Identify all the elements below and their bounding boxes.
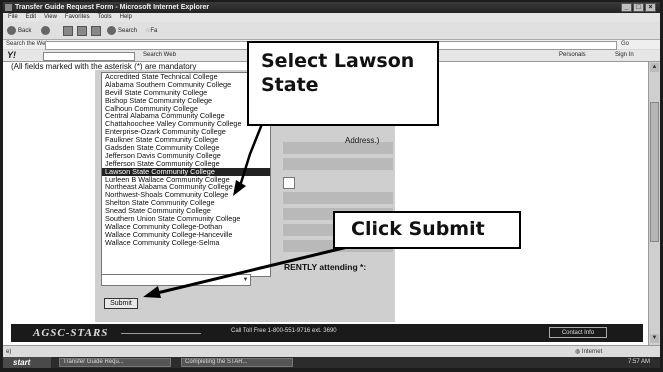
attending-label: RENTLY attending *:	[284, 262, 366, 272]
scroll-thumb[interactable]	[650, 102, 659, 242]
contact-info-button[interactable]: Contact Info	[549, 327, 607, 338]
select-lawson-callout: Select Lawson State	[247, 41, 439, 126]
ie-icon	[5, 4, 12, 11]
go-button[interactable]: Go	[621, 40, 629, 49]
back-arrow-icon	[7, 26, 16, 35]
yahoo-search-input[interactable]	[43, 52, 135, 61]
stop-icon	[63, 26, 73, 36]
form-field-bg	[283, 158, 393, 170]
title-bar: Transfer Guide Request Form - Microsoft …	[3, 2, 660, 13]
footer-divider	[121, 333, 201, 334]
attending-label-text: RENTLY attending *:	[284, 262, 367, 272]
college-listbox[interactable]: Accredited State Technical College Alabam…	[101, 72, 271, 277]
menu-bar: File Edit View Favorites Tools Help	[3, 13, 660, 22]
college-select[interactable]: ▼	[101, 274, 251, 286]
forward-button[interactable]	[41, 26, 52, 36]
taskbar: start Transfer Guide Requ... Completing …	[3, 357, 660, 368]
home-icon	[91, 26, 101, 36]
start-button[interactable]: start	[3, 357, 51, 368]
vertical-scrollbar[interactable]: ▲ ▼	[648, 62, 660, 345]
college-option[interactable]: Wallace Community College-Selma	[102, 238, 270, 247]
scroll-down-icon[interactable]: ▼	[650, 334, 659, 343]
favorites-label: Fa	[150, 28, 158, 34]
refresh-button[interactable]	[77, 26, 87, 36]
close-button[interactable]: ×	[645, 3, 656, 12]
menu-item[interactable]: Tools	[98, 14, 112, 20]
toll-free-text: Call Toll Free 1-800-551-9716 ext. 3690	[231, 328, 337, 334]
maximize-button[interactable]: □	[633, 3, 644, 12]
window-title: Transfer Guide Request Form - Microsoft …	[15, 4, 210, 11]
search-button[interactable]: Search	[107, 26, 137, 36]
stop-button[interactable]	[63, 26, 73, 36]
menu-item[interactable]: Favorites	[65, 14, 90, 20]
scroll-up-icon[interactable]: ▲	[650, 63, 659, 72]
menu-item[interactable]: File	[8, 14, 18, 20]
menu-item[interactable]: View	[44, 14, 57, 20]
internet-zone-label: Internet	[581, 349, 603, 355]
sign-in-button[interactable]: Sign In	[615, 50, 634, 61]
personals-button[interactable]: Personals	[559, 50, 586, 61]
back-label: Back	[18, 28, 32, 35]
favorites-button[interactable]: ☆Fa	[145, 26, 157, 36]
click-submit-callout: Click Submit	[333, 211, 521, 249]
clock: 7:57 AM	[628, 359, 651, 365]
menu-item[interactable]: Edit	[26, 14, 36, 20]
globe-icon: ◍	[575, 349, 581, 355]
footer-bar: AGSC-STARS Call Toll Free 1-800-551-9716…	[11, 324, 643, 342]
search-label: Search	[118, 28, 138, 35]
browser-toolbar: Back Search ☆Fa	[3, 22, 660, 40]
minimize-button[interactable]: _	[621, 3, 632, 12]
agsc-stars-logo: AGSC-STARS	[33, 327, 109, 339]
home-button[interactable]	[91, 26, 101, 36]
taskbar-item[interactable]: Completing the STAR...	[181, 358, 293, 367]
form-field-bg	[283, 192, 393, 204]
menu-item[interactable]: Help	[120, 14, 132, 20]
taskbar-item[interactable]: Transfer Guide Requ...	[59, 358, 171, 367]
address-label: Address.)	[345, 136, 380, 145]
forward-arrow-icon	[41, 26, 50, 35]
back-button[interactable]: Back	[7, 26, 31, 36]
address-label: Search the Web	[6, 41, 49, 47]
form-checkbox[interactable]	[283, 177, 295, 189]
chevron-down-icon: ▼	[242, 277, 249, 283]
yahoo-logo: Y!	[7, 50, 16, 60]
submit-button[interactable]: Submit	[104, 298, 138, 309]
refresh-icon	[77, 26, 87, 36]
search-icon	[107, 26, 116, 35]
yahoo-search-web-button[interactable]: Search Web	[143, 50, 176, 61]
